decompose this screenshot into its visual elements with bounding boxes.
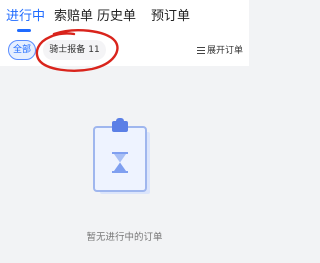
tab-preorders[interactable]: 预订单: [151, 8, 190, 25]
filter-bar: 全部 骑士报备 11 展开订单: [0, 33, 249, 66]
filter-all-chip[interactable]: 全部: [8, 40, 36, 60]
tab-claims[interactable]: 索赔单: [54, 8, 93, 25]
filter-knight-report-count: 11: [88, 45, 100, 55]
expand-orders-button[interactable]: 展开订单: [196, 45, 243, 57]
tab-history[interactable]: 历史单: [97, 8, 136, 25]
expand-orders-label: 展开订单: [206, 46, 243, 56]
active-tab-indicator: [17, 29, 31, 32]
empty-state-message: 暂无进行中的订单: [86, 232, 163, 243]
orders-page: 进行中 索赔单 历史单 预订单 全部 骑士报备 11 展开订单 暂无进行中的订单: [0, 0, 249, 263]
order-tabs: 进行中 索赔单 历史单 预订单: [0, 0, 249, 33]
filter-knight-report-label: 骑士报备: [49, 45, 86, 55]
tab-in-progress[interactable]: 进行中: [6, 8, 45, 25]
filter-knight-report-chip[interactable]: 骑士报备 11: [43, 40, 106, 60]
list-icon: [196, 47, 205, 54]
clipboard-hourglass-icon: [93, 118, 150, 194]
